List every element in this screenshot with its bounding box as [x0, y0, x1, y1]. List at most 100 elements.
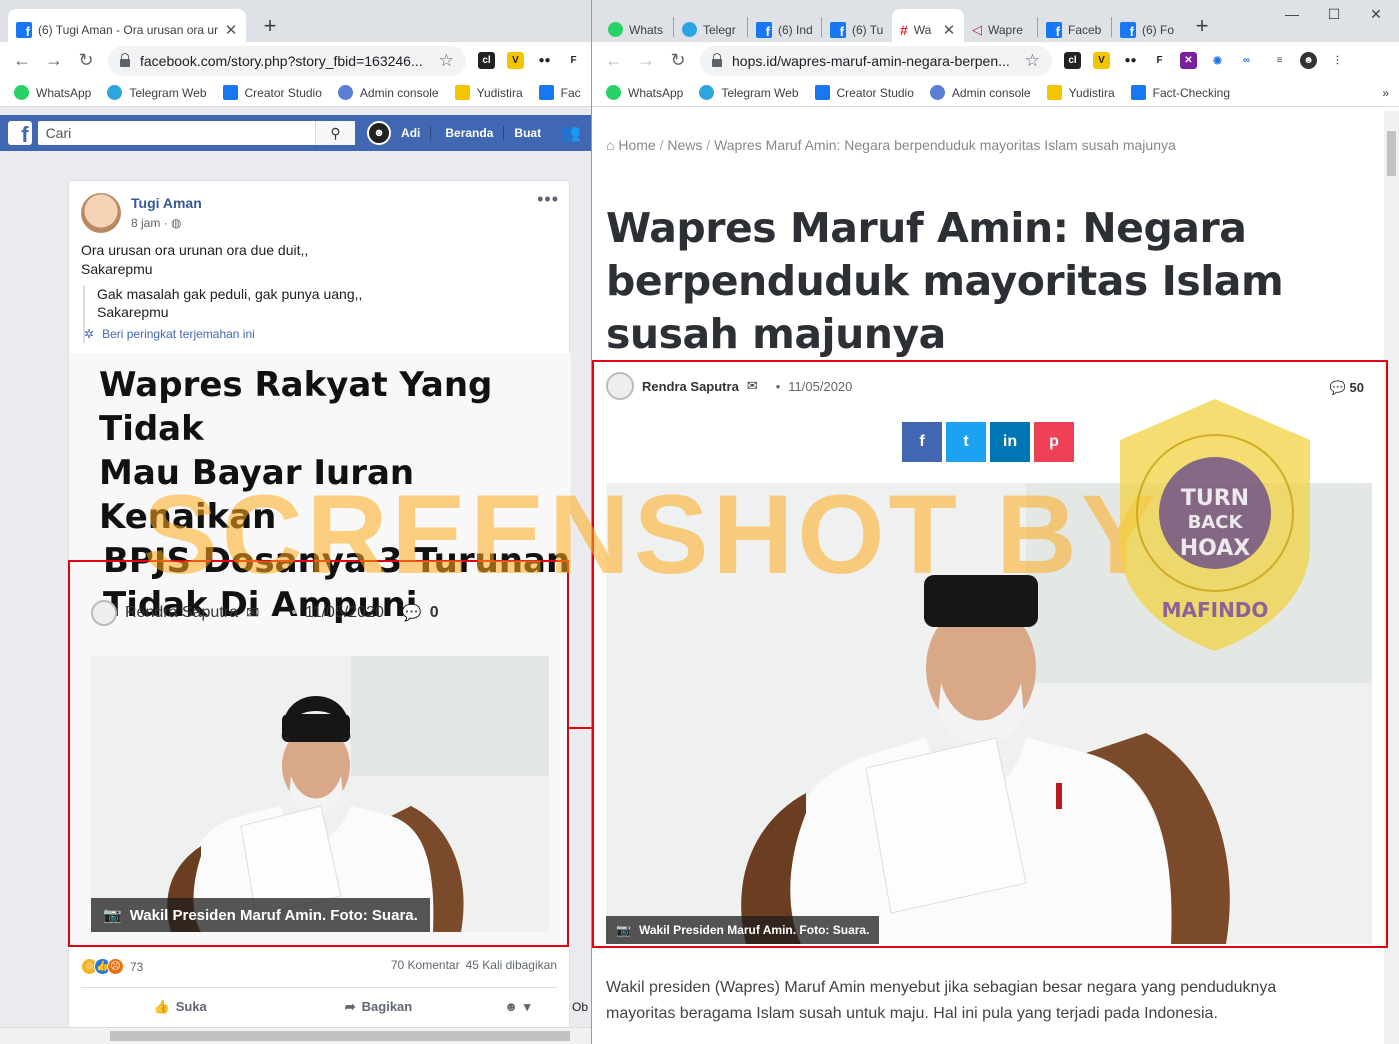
media-queue-icon[interactable]: ≡	[1271, 52, 1288, 69]
close-window-button[interactable]: ✕	[1356, 6, 1396, 23]
nav-home[interactable]: Beranda	[430, 126, 503, 140]
extension-icon[interactable]: ∞	[1238, 52, 1255, 69]
pocket-share-button[interactable]: p	[1034, 422, 1074, 462]
bookmark-fact-checking[interactable]: Fact-Checking	[1130, 85, 1230, 100]
bookmark-fact[interactable]: Fac	[538, 85, 581, 100]
rate-translation-link[interactable]: ✲ Beri peringkat terjemahan ini	[84, 325, 362, 343]
like-label: Suka	[175, 999, 207, 1014]
extension-icon[interactable]: V	[1093, 52, 1110, 69]
envelope-icon: ✉	[245, 605, 260, 622]
bookmarks-bar: WhatsApp Telegram Web Creator Studio Adm…	[0, 79, 591, 107]
tab-title: (6) Fo	[1142, 22, 1174, 37]
camera-icon: 📷	[616, 923, 631, 937]
new-tab-button[interactable]: +	[1190, 13, 1214, 39]
reactions-summary[interactable]: ☺ 👍 ☹ 73	[81, 958, 143, 975]
extension-icon[interactable]: cl	[1064, 52, 1081, 69]
extension-icon[interactable]: F	[1151, 52, 1168, 69]
facebook-icon	[538, 85, 554, 100]
facebook-logo-icon[interactable]: f	[8, 121, 32, 146]
embedded-author: Rendra Saputra	[125, 604, 238, 621]
bookmark-telegram[interactable]: Telegram Web	[107, 85, 207, 100]
envelope-icon[interactable]: ✉	[747, 378, 758, 394]
extension-icon[interactable]: ✕	[1180, 52, 1197, 69]
forward-button[interactable]: →	[38, 50, 70, 71]
like-button[interactable]: 👍 Suka	[81, 999, 279, 1015]
profile-avatar-icon[interactable]: ☻	[1300, 52, 1317, 69]
bookmark-label: WhatsApp	[36, 85, 92, 100]
bookmark-telegram[interactable]: Telegram Web	[699, 85, 799, 100]
shares-count[interactable]: 45 Kali dibagikan	[466, 958, 557, 972]
bookmark-star-icon[interactable]: ☆	[1025, 51, 1040, 71]
article-photo[interactable]: 📷 Wakil Presiden Maruf Amin. Foto: Suara.	[606, 483, 1372, 944]
tab-title: Faceb	[1068, 22, 1102, 37]
extension-icon[interactable]: F	[565, 52, 582, 69]
more-options-icon[interactable]: •••	[537, 189, 559, 210]
embedded-photo: 📷 Wakil Presiden Maruf Amin. Foto: Suara.	[91, 656, 549, 932]
gear-icon: ✲	[84, 327, 95, 341]
extension-icon[interactable]: cl	[478, 52, 495, 69]
nav-user[interactable]: Adi	[391, 126, 430, 140]
facebook-share-button[interactable]: f	[902, 422, 942, 462]
back-button[interactable]: ←	[598, 50, 630, 71]
breadcrumb-current: Wapres Maruf Amin: Negara berpenduduk ma…	[714, 137, 1176, 153]
friends-icon[interactable]: 👥	[551, 123, 591, 143]
article-meta: Rendra Saputra ✉ • 11/05/2020	[606, 372, 852, 400]
reload-button[interactable]: ↻	[70, 50, 102, 71]
more-bookmarks-icon[interactable]: »	[1382, 86, 1399, 100]
audience-selector[interactable]: ☻ ▾	[478, 999, 557, 1015]
scrollbar-thumb[interactable]	[110, 1031, 570, 1041]
bookmark-star-icon[interactable]: ☆	[439, 51, 454, 71]
author-avatar-icon	[606, 372, 634, 400]
scrollbar-thumb[interactable]	[1387, 131, 1396, 176]
maruf-amin-photo-icon	[91, 656, 549, 932]
article-headline: Wapres Maruf Amin: Negara berpenduduk ma…	[606, 202, 1326, 361]
horizontal-scrollbar[interactable]	[0, 1027, 591, 1044]
tab-title: (6) Tu	[852, 22, 884, 37]
extension-icon[interactable]: ●●	[536, 52, 553, 69]
embedded-comment-count: 0	[429, 604, 439, 621]
facebook-search-input[interactable]: Cari ⚲	[37, 121, 356, 145]
close-icon[interactable]: ✕	[942, 21, 956, 39]
author-avatar[interactable]	[81, 193, 121, 233]
bookmark-whatsapp[interactable]: WhatsApp	[606, 85, 683, 100]
bookmark-admin-console[interactable]: Admin console	[337, 85, 439, 100]
maximize-button[interactable]: ☐	[1314, 6, 1354, 23]
forward-button[interactable]: →	[630, 50, 662, 71]
back-button[interactable]: ←	[6, 50, 38, 71]
close-icon[interactable]: ✕	[224, 21, 238, 39]
article-author[interactable]: Rendra Saputra	[642, 379, 739, 394]
extension-icon[interactable]: ◉	[1209, 52, 1226, 69]
post-image[interactable]: Wapres Rakyat Yang Tidak Mau Bayar Iuran…	[69, 353, 571, 945]
bookmark-creator-studio[interactable]: Creator Studio	[814, 85, 914, 100]
address-bar[interactable]: hops.id/wapres-maruf-amin-negara-berpen.…	[700, 45, 1052, 76]
user-avatar-icon[interactable]: ☻	[367, 121, 392, 145]
bookmark-label: Creator Studio	[244, 85, 322, 100]
bookmark-yudistira[interactable]: Yudistira	[1046, 85, 1115, 100]
linkedin-share-button[interactable]: in	[990, 422, 1030, 462]
extension-icon[interactable]: ●●	[1122, 52, 1139, 69]
comments-count[interactable]: 70 Komentar	[391, 958, 460, 972]
headline-line: berpenduduk mayoritas Islam	[606, 257, 1284, 305]
breadcrumb-news[interactable]: News	[667, 137, 702, 153]
share-button[interactable]: ➦ Bagikan	[279, 999, 477, 1015]
vertical-scrollbar[interactable]	[1384, 111, 1399, 1044]
meme-line: Wapres Rakyat Yang Tidak	[99, 365, 493, 449]
bookmark-whatsapp[interactable]: WhatsApp	[14, 85, 91, 100]
extension-icon[interactable]: V	[507, 52, 524, 69]
search-icon[interactable]: ⚲	[315, 121, 356, 145]
bookmark-admin-console[interactable]: Admin console	[929, 85, 1031, 100]
breadcrumb-home[interactable]: Home	[618, 137, 655, 153]
reload-button[interactable]: ↻	[662, 50, 694, 71]
nav-create[interactable]: Buat	[503, 126, 551, 140]
address-bar[interactable]: facebook.com/story.php?story_fbid=163246…	[108, 45, 466, 76]
twitter-share-button[interactable]: t	[946, 422, 986, 462]
comment-count[interactable]: 💬 50	[1330, 380, 1364, 396]
post-time[interactable]: 8 jam · ◍	[131, 216, 182, 230]
post-author[interactable]: Tugi Aman	[131, 195, 202, 211]
bookmark-creator-studio[interactable]: Creator Studio	[222, 85, 322, 100]
minimize-button[interactable]: —	[1272, 6, 1312, 22]
bookmark-label: Admin console	[359, 85, 439, 100]
menu-icon[interactable]: ⋮	[1329, 52, 1346, 69]
bookmark-yudistira[interactable]: Yudistira	[454, 85, 523, 100]
new-tab-button[interactable]: +	[258, 13, 282, 39]
